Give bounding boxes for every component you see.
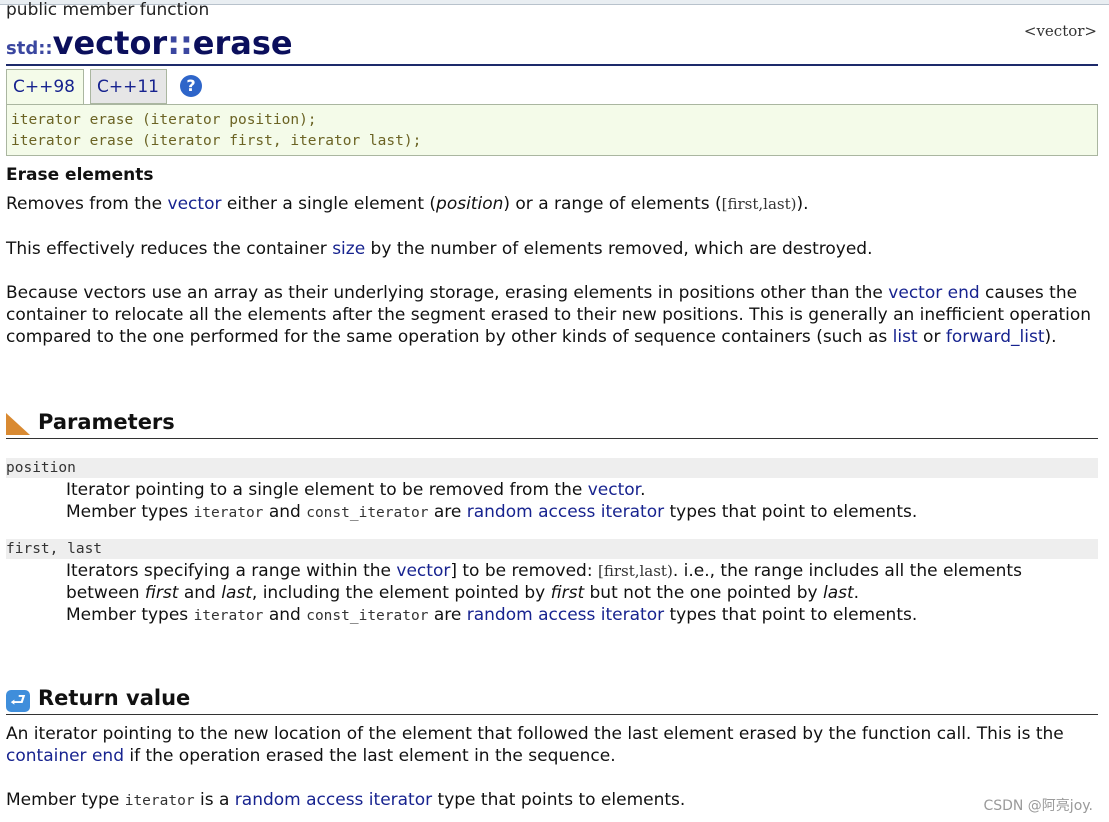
return-value-heading: Return value [38,686,191,710]
watermark: CSDN @阿亮joy. [983,798,1093,814]
text: are [428,605,467,625]
text: types that point to elements. [664,502,918,522]
type-iterator: iterator [193,608,264,624]
parameters-heading: Parameters [38,410,175,434]
text: either a single element ( [221,194,437,214]
text: . [640,480,646,500]
param-name-first-last: first, last [6,539,1098,559]
member-kind-label: public member function [6,0,210,20]
param-description: Iterator pointing to a single element to… [66,479,1096,524]
title-rule [6,64,1098,66]
text: by the number of elements removed, which… [365,239,873,259]
param-name-position: position [6,458,1098,478]
title-member: erase [192,24,293,62]
param-ref-last: last [823,583,854,603]
link-size[interactable]: size [332,239,365,259]
text: Because vectors use an array as their un… [6,283,889,303]
text: and [263,605,307,625]
return-value-section-heading: ⮐ Return value [6,686,1098,715]
title-class: vector [52,24,168,62]
text: and [263,502,307,522]
param-ref-first: first [550,583,585,603]
text: An iterator pointing to the new location… [6,724,1064,744]
link-vector-end[interactable]: vector end [888,283,979,303]
type-iterator: iterator [193,505,264,521]
link-vector[interactable]: vector [588,480,640,500]
title-namespace: std:: [6,38,53,59]
text: if the operation erased the last element… [123,746,616,766]
return-paragraph: Member type iterator is a random access … [6,789,1098,812]
title-separator: :: [167,24,193,62]
description-paragraph: Because vectors use an array as their un… [6,282,1098,348]
link-vector[interactable]: vector [396,561,450,581]
type-const-iterator: const_iterator [306,608,429,624]
param-ref-last: last [221,583,252,603]
param-ref-first: first [144,583,179,603]
signature-line: iterator erase (iterator first, iterator… [11,133,422,149]
signature-box: iterator erase (iterator position); iter… [6,104,1098,156]
description-paragraph: This effectively reduces the container s… [6,238,1098,260]
signature-line: iterator erase (iterator position); [11,112,317,128]
link-random-access-iterator[interactable]: random access iterator [467,605,664,625]
header-tag-link[interactable]: <vector> [1024,22,1097,40]
text: type that points to elements. [432,790,686,810]
text: and [178,583,222,603]
type-iterator: iterator [124,793,195,809]
tab-cpp11[interactable]: C++11 [90,69,167,104]
type-const-iterator: const_iterator [306,505,429,521]
link-vector[interactable]: vector [168,194,222,214]
page-title: std::vector::erase [6,24,293,62]
link-random-access-iterator[interactable]: random access iterator [235,790,432,810]
link-forward-list[interactable]: forward_list [946,327,1045,347]
parameters-section-heading: Parameters [6,410,1098,439]
text: is a [194,790,235,810]
text: or [917,327,946,347]
text: but not the one pointed by [584,583,823,603]
tab-cpp98[interactable]: C++98 [6,69,84,104]
link-list[interactable]: list [893,327,918,347]
description-paragraph: Removes from the vector either a single … [6,193,1098,215]
text: Member types [66,605,194,625]
text: types that point to elements. [664,605,918,625]
text: ). [796,194,809,214]
text: ) or a range of elements ( [503,194,722,214]
text: Member type [6,790,125,810]
return-paragraph: An iterator pointing to the new location… [6,723,1098,767]
text: are [428,502,467,522]
text: , including the element pointed by [251,583,551,603]
text: Removes from the [6,194,168,214]
description-heading: Erase elements [6,165,154,185]
param-description: Iterators specifying a range within the … [66,560,1096,627]
text: Member types [66,502,194,522]
text: ] to be removed: [450,561,598,581]
text: Iterators specifying a range within the [66,561,397,581]
return-icon: ⮐ [6,690,30,712]
text: This effectively reduces the container [6,239,333,259]
text: Iterator pointing to a single element to… [66,480,588,500]
text: . [853,583,860,603]
link-random-access-iterator[interactable]: random access iterator [467,502,664,522]
text: ). [1044,327,1057,347]
link-container-end[interactable]: container end [6,746,124,766]
param-ref-position: position [436,194,504,214]
help-icon[interactable]: ? [180,75,202,97]
range-notation: [first,last) [721,195,797,213]
range-notation: [first,last) [597,562,673,580]
ruler-icon [6,413,30,435]
